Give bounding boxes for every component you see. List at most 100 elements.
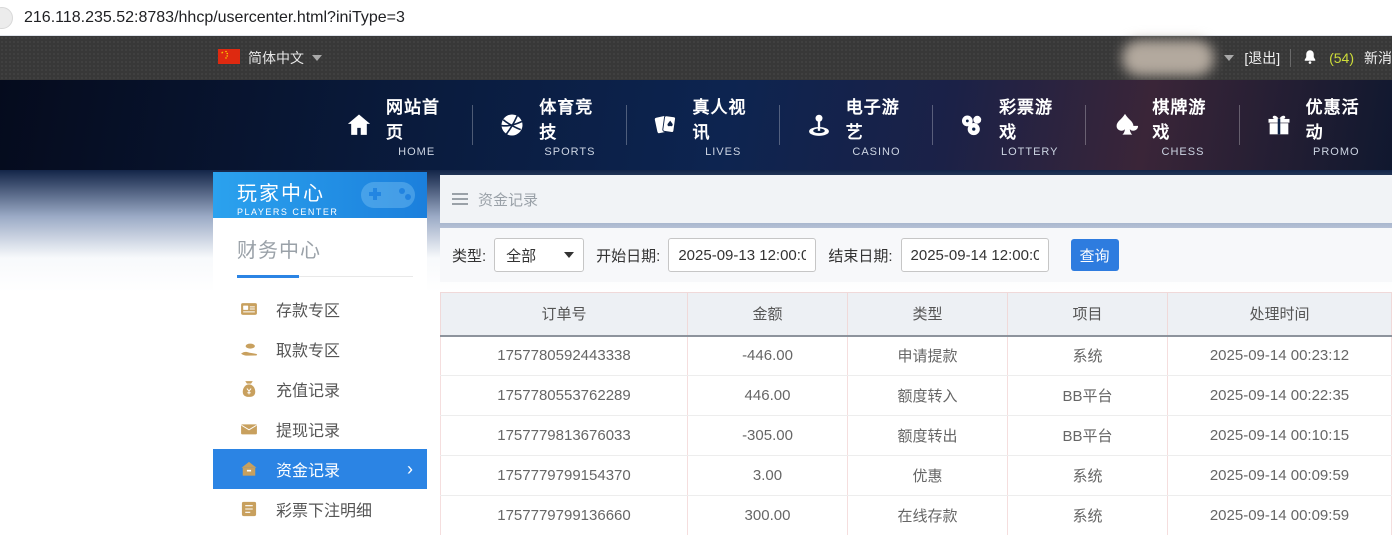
moneybag-icon [239,379,259,399]
end-date-input[interactable] [901,238,1049,272]
filter-bar: 类型: 全部 开始日期: 结束日期: 查询 [440,228,1392,282]
sidebar-menu: 存款专区 取款专区 充值记录 提现记录 [213,289,427,535]
cell-amount: -446.00 [688,336,848,376]
browser-url-bar[interactable]: 216.118.235.52:8783/hhcp/usercenter.html… [0,0,1392,36]
type-label: 类型: [452,245,486,266]
table-row[interactable]: 1757779813676033 -305.00 额度转出 BB平台 2025-… [441,416,1392,456]
cell-amount: 446.00 [688,376,848,416]
account-caret-icon[interactable] [1224,55,1234,61]
sidebar-item-recharge-records[interactable]: 充值记录 [213,369,427,409]
sidebar-item-label: 提现记录 [276,417,340,441]
sidebar-item-withdraw-records[interactable]: 提现记录 [213,409,427,449]
cell-type: 优惠 [848,456,1008,496]
nav-label-zh: 优惠活动 [1306,93,1367,143]
funds-wallet-icon [239,459,259,479]
joystick-icon [805,111,833,139]
sidebar-item-label: 存款专区 [276,297,340,321]
nav-item-sports[interactable]: 体育竞技 SPORTS [473,93,625,158]
nav-label-zh: 棋牌游戏 [1152,93,1213,143]
nav-label-zh: 真人视讯 [693,93,754,143]
select-caret-icon [564,252,574,258]
table-row[interactable]: 1757779799136660 300.00 在线存款 系统 2025-09-… [441,496,1392,535]
language-caret-icon [312,55,322,61]
table-header-row: 订单号金额类型项目处理时间 [441,293,1392,336]
main-content: 资金记录 类型: 全部 开始日期: 结束日期: 查询 订单号 [440,175,1392,535]
sidebar-item-hall-bet-records[interactable]: 厅室投注记录 [213,529,427,535]
table-row[interactable]: 1757780553762289 446.00 额度转入 BB平台 2025-0… [441,376,1392,416]
basketball-icon [498,111,526,139]
nav-label-en: HOME [398,146,435,158]
type-select[interactable]: 全部 [494,238,584,272]
sidebar-item-withdraw-zone[interactable]: 取款专区 [213,329,427,369]
search-button[interactable]: 查询 [1071,239,1119,271]
language-selector[interactable]: 简体中文 [218,48,322,68]
breadcrumb-title: 资金记录 [478,189,538,210]
start-date-label: 开始日期: [596,245,660,266]
site-favicon-icon [0,7,13,29]
cell-process-time: 2025-09-14 00:09:59 [1168,496,1392,535]
sidebar-item-label: 充值记录 [276,377,340,401]
lottery-detail-icon [239,499,259,519]
main-navbar: 网站首页 HOME 体育竞技 SPORTS [0,80,1392,170]
cell-amount: 300.00 [688,496,848,535]
sidebar-item-lottery-bet-details[interactable]: 彩票下注明细 [213,489,427,529]
nav-item-lottery[interactable]: 彩票游戏 LOTTERY [933,93,1085,158]
table-header-cell: 订单号 [441,293,688,336]
cards-icon [652,111,680,139]
nav-label-en: LIVES [705,146,741,158]
deposit-card-icon [239,299,259,319]
nav-item-promo[interactable]: 优惠活动 PROMO [1240,93,1392,158]
home-icon [345,111,373,139]
cell-project: BB平台 [1008,416,1168,456]
sidebar-item-funds-records[interactable]: 资金记录 › [213,449,427,489]
nav-item-chess[interactable]: 棋牌游戏 CHESS [1086,93,1238,158]
screen: 216.118.235.52:8783/hhcp/usercenter.html… [0,0,1392,535]
cell-process-time: 2025-09-14 00:10:15 [1168,416,1392,456]
cell-project: 系统 [1008,336,1168,376]
nav-label-en: PROMO [1313,146,1360,158]
nav-item-casino[interactable]: 电子游艺 CASINO [780,93,932,158]
china-flag-icon [218,49,240,67]
url-text[interactable]: 216.118.235.52:8783/hhcp/usercenter.html… [24,9,405,27]
cash-envelope-icon [239,419,259,439]
sidebar: 玩家中心 PLAYERS CENTER 财务中心 存款专区 取款专区 [213,172,427,535]
sidebar-item-label: 彩票下注明细 [276,497,372,521]
message-link[interactable]: 新消 [1364,48,1392,68]
spade-icon [1111,111,1139,139]
table-header-cell: 处理时间 [1168,293,1392,336]
sidebar-item-deposit-zone[interactable]: 存款专区 [213,289,427,329]
nav-item-home[interactable]: 网站首页 HOME [320,93,472,158]
cell-amount: 3.00 [688,456,848,496]
table-header-cell: 类型 [848,293,1008,336]
cell-project: 系统 [1008,496,1168,535]
gift-icon [1265,111,1293,139]
nav-label-zh: 体育竞技 [539,93,600,143]
breadcrumb: 资金记录 [440,175,1392,223]
nav-label-zh: 网站首页 [386,93,447,143]
table-row[interactable]: 1757779799154370 3.00 优惠 系统 2025-09-14 0… [441,456,1392,496]
cell-order-number: 1757780553762289 [441,376,688,416]
sidebar-header: 玩家中心 PLAYERS CENTER [213,172,427,218]
message-count-badge[interactable]: (54) [1329,50,1354,66]
username-blurred[interactable] [1122,40,1214,76]
cell-process-time: 2025-09-14 00:23:12 [1168,336,1392,376]
nav-label-en: SPORTS [544,146,595,158]
nav-label-en: CASINO [852,146,900,158]
hamburger-icon[interactable] [452,193,468,205]
nav-list: 网站首页 HOME 体育竞技 SPORTS [0,80,1392,170]
table-row[interactable]: 1757780592443338 -446.00 申请提款 系统 2025-09… [441,336,1392,376]
cell-order-number: 1757780592443338 [441,336,688,376]
funds-table: 订单号金额类型项目处理时间 1757780592443338 -446.00 申… [440,292,1392,535]
notification-bell-icon[interactable] [1301,48,1319,69]
cell-process-time: 2025-09-14 00:22:35 [1168,376,1392,416]
cell-type: 申请提款 [848,336,1008,376]
account-area: [退出] (54) 新消 [1122,40,1392,76]
nav-label-en: CHESS [1162,146,1205,158]
cell-order-number: 1757779799154370 [441,456,688,496]
sidebar-item-label: 资金记录 [276,457,340,481]
logout-button[interactable]: [退出] [1244,48,1280,68]
top-utility-bar: 简体中文 [退出] (54) 新消 [0,36,1392,80]
start-date-input[interactable] [668,238,816,272]
sidebar-section-title: 财务中心 [237,234,413,277]
nav-item-lives[interactable]: 真人视讯 LIVES [627,93,779,158]
